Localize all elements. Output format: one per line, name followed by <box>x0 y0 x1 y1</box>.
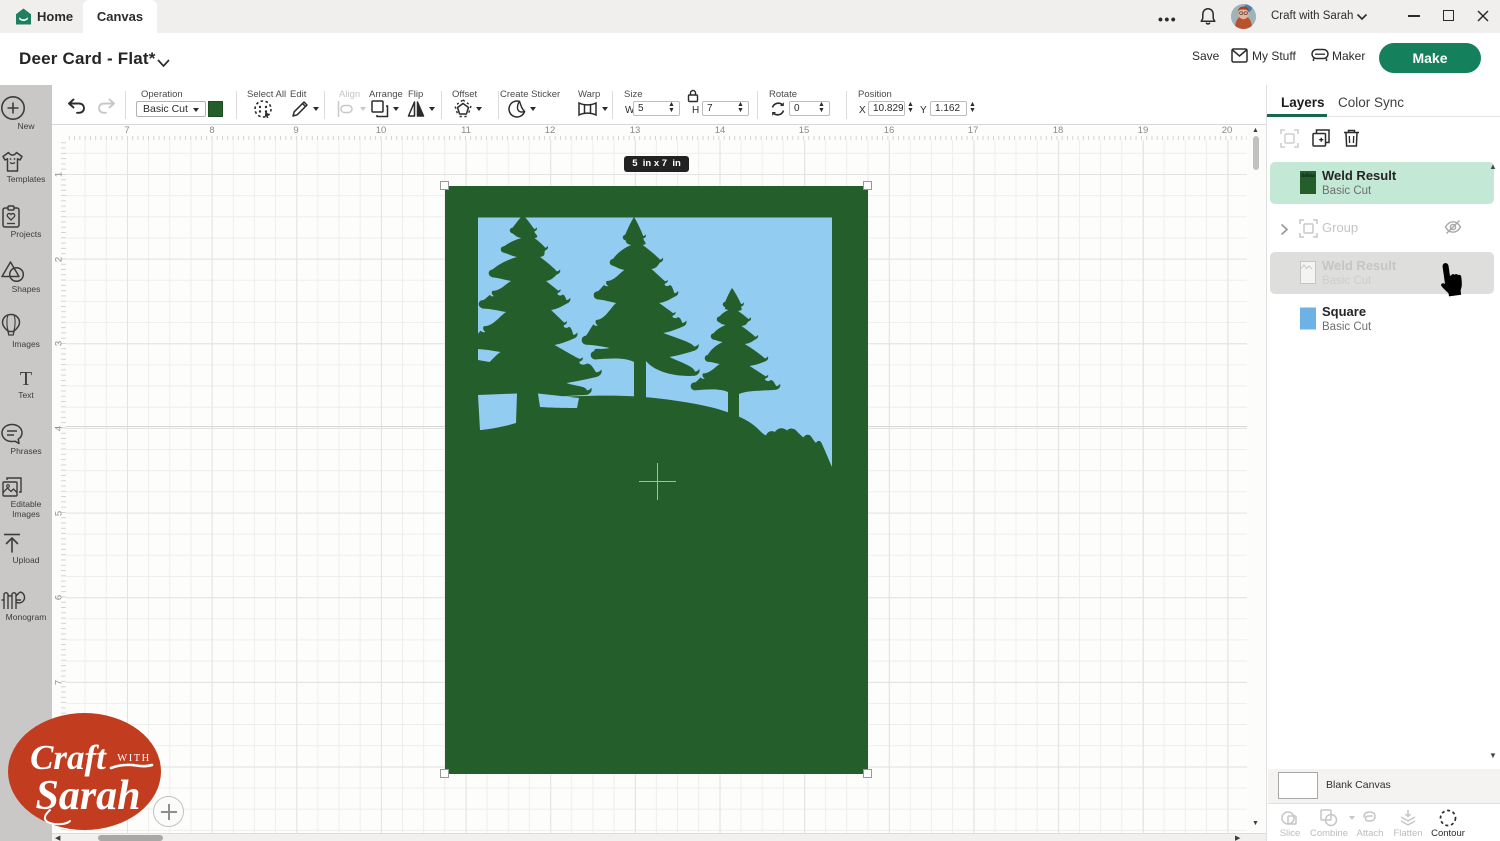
svg-text:Craft: Craft <box>30 738 107 777</box>
svg-text:WITH: WITH <box>117 753 150 764</box>
svg-text:Sarah: Sarah <box>35 773 140 819</box>
